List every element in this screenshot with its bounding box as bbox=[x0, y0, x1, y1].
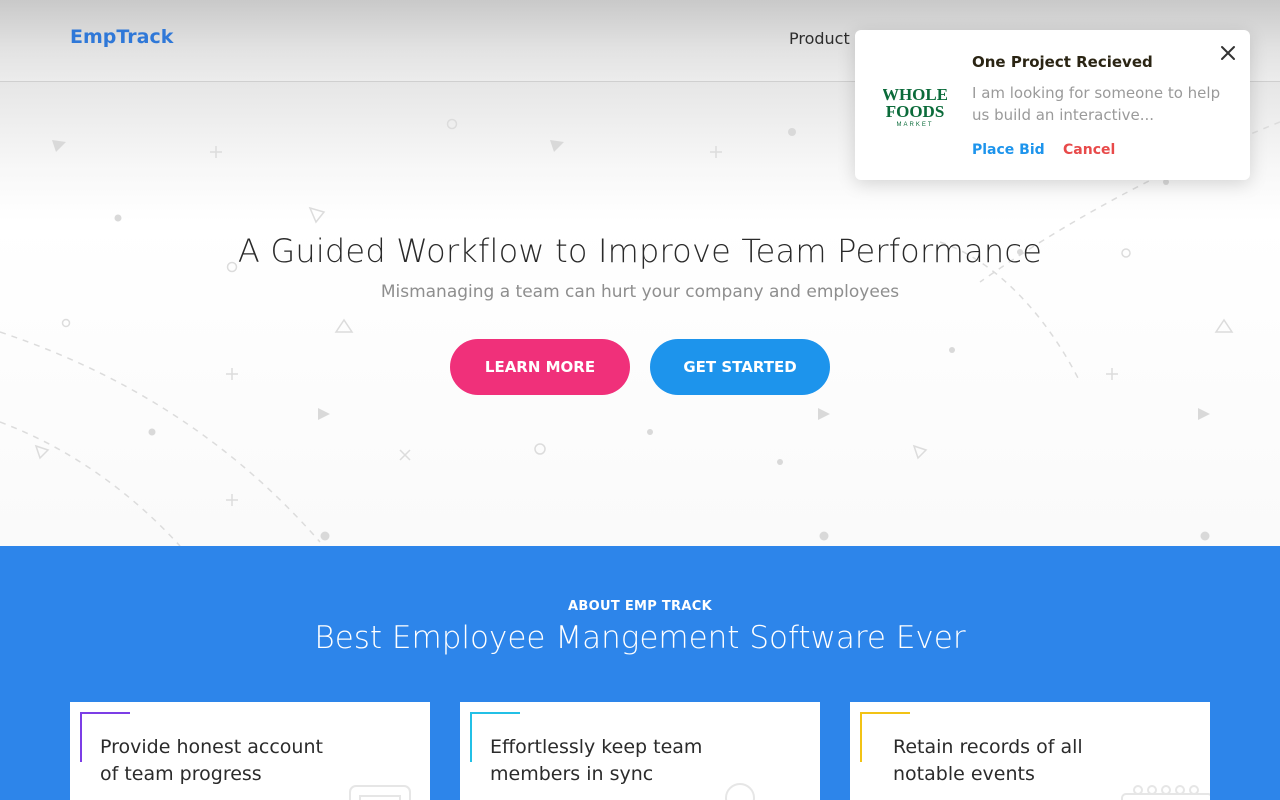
logo-text: FOODS bbox=[886, 102, 945, 121]
user-icon bbox=[725, 783, 755, 800]
calendar-icon bbox=[1121, 785, 1210, 800]
notification-popup: WHOLE FOODS MARKET One Project Recieved … bbox=[855, 30, 1250, 180]
hero-subtitle: Mismanaging a team can hurt your company… bbox=[380, 282, 900, 302]
notification-title: One Project Recieved bbox=[972, 53, 1153, 71]
clipboard-icon bbox=[349, 785, 411, 800]
nav-link-product[interactable]: Product bbox=[789, 29, 850, 48]
cancel-button[interactable]: Cancel bbox=[1063, 142, 1115, 158]
card-line: Retain records of all bbox=[893, 736, 1083, 758]
about-title: Best Employee Mangement Software Ever bbox=[314, 620, 966, 656]
feature-card-text: Provide honest account of team progress bbox=[100, 734, 360, 788]
card-line: notable events bbox=[893, 763, 1035, 785]
whole-foods-logo: WHOLE FOODS MARKET bbox=[883, 85, 947, 128]
hero-title: A Guided Workflow to Improve Team Perfor… bbox=[237, 232, 1043, 270]
logo-text: MARKET bbox=[896, 122, 933, 128]
card-line: Provide honest account bbox=[100, 736, 323, 758]
place-bid-button[interactable]: Place Bid bbox=[972, 142, 1045, 158]
card-line: members in sync bbox=[490, 763, 654, 785]
get-started-button[interactable]: GET STARTED bbox=[650, 339, 830, 395]
close-icon[interactable] bbox=[1218, 43, 1238, 63]
feature-card-text: Retain records of all notable events bbox=[893, 734, 1153, 788]
card-line: Effortlessly keep team bbox=[490, 736, 703, 758]
notification-message: I am looking for someone to help us buil… bbox=[972, 84, 1221, 124]
learn-more-button[interactable]: LEARN MORE bbox=[450, 339, 630, 395]
brand-logo[interactable]: EmpTrack bbox=[70, 26, 173, 48]
about-kicker: ABOUT EMP TRACK bbox=[568, 599, 712, 614]
card-line: of team progress bbox=[100, 763, 262, 785]
about-section: ABOUT EMP TRACK Best Employee Mangement … bbox=[0, 546, 1280, 800]
feature-card-records: Retain records of all notable events bbox=[850, 702, 1210, 800]
feature-card-progress: Provide honest account of team progress bbox=[70, 702, 430, 800]
feature-card-sync: Effortlessly keep team members in sync bbox=[460, 702, 820, 800]
